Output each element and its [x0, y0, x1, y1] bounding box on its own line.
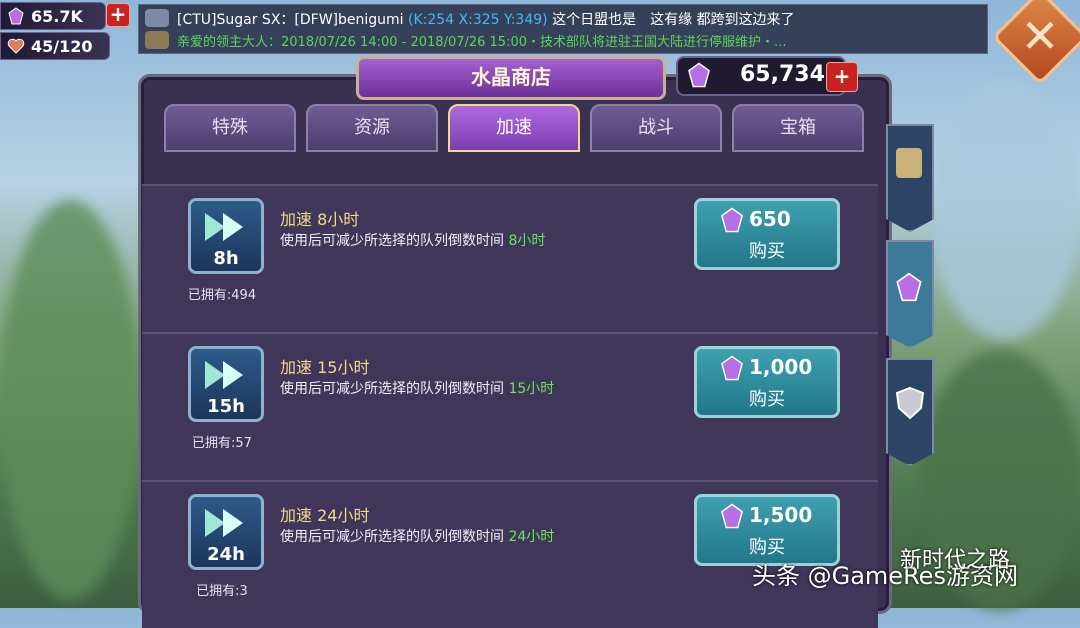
chat-text: 这个日盟也是 这有缘 都跨到这边来了 — [552, 12, 795, 28]
crystal-icon — [688, 62, 710, 88]
buy-label: 购买 — [749, 389, 785, 410]
balance-value: 65,734 — [740, 62, 825, 87]
add-crystal-button[interactable]: + — [106, 3, 130, 27]
owned-count: 已拥有:57 — [192, 436, 252, 451]
speedup-item-icon: 8h — [188, 198, 264, 274]
chat-bar[interactable]: [CTU]Sugar SX：[DFW]benigumi (K:254 X:325… — [138, 4, 988, 54]
owned-count: 已拥有:494 — [187, 288, 257, 303]
crystal-value: 65.7K — [31, 6, 83, 26]
crystal-icon — [721, 355, 743, 381]
crystal-icon — [721, 207, 743, 233]
heart-icon — [7, 37, 25, 55]
list-item: 15h 已拥有:57 加速 15小时 使用后可减少所选择的队列倒数时间 15小时… — [142, 332, 878, 480]
speedup-item-icon: 24h — [188, 494, 264, 570]
background-sky — [930, 80, 1080, 340]
item-description: 使用后可减少所选择的队列倒数时间 24小时 — [280, 529, 555, 545]
list-item: 24h 已拥有:3 加速 24小时 使用后可减少所选择的队列倒数时间 24小时 … — [142, 480, 878, 628]
item-title: 加速 8小时 — [280, 210, 360, 229]
stamina-count: 45/120 — [0, 32, 110, 60]
fast-forward-icon — [205, 213, 243, 241]
crystal-icon — [7, 7, 25, 25]
tab-combat[interactable]: 战斗 — [590, 104, 722, 152]
item-description: 使用后可减少所选择的队列倒数时间 15小时 — [280, 381, 555, 397]
watermark-right: 新时代之路 — [900, 548, 1011, 573]
shop-title: 水晶商店 — [356, 56, 666, 100]
chat-avatar-icon — [145, 9, 169, 27]
fast-forward-icon — [205, 361, 243, 389]
side-tab-vip[interactable] — [886, 124, 934, 232]
item-description: 使用后可减少所选择的队列倒数时间 8小时 — [280, 233, 546, 249]
stamina-value: 45/120 — [31, 36, 93, 56]
item-title: 加速 24小时 — [280, 506, 370, 525]
side-tab-crystal[interactable] — [886, 240, 934, 348]
crystal-icon — [896, 272, 922, 302]
chat-sender: [CTU]Sugar SX：[DFW]benigumi — [177, 12, 404, 28]
crystal-icon — [721, 503, 743, 529]
shield-icon — [895, 386, 925, 420]
background-hills — [0, 200, 140, 600]
chat-message: [CTU]Sugar SX：[DFW]benigumi (K:254 X:325… — [177, 9, 795, 29]
side-tab-guild[interactable] — [886, 358, 934, 466]
system-notice: 亲爱的领主大人：2018/07/26 14:00 - 2018/07/26 15… — [177, 35, 787, 50]
speedup-item-icon: 15h — [188, 346, 264, 422]
tab-resources[interactable]: 资源 — [306, 104, 438, 152]
close-icon: ✕ — [1020, 9, 1060, 63]
add-balance-button[interactable]: + — [826, 62, 858, 92]
price: 650 — [749, 207, 791, 231]
chat-coords[interactable]: (K:254 X:325 Y:349) — [408, 12, 548, 28]
duration-badge: 24h — [207, 544, 245, 565]
crystal-count: 65.7K — [0, 2, 106, 30]
fast-forward-icon — [205, 509, 243, 537]
buy-button[interactable]: 1,000 购买 — [694, 346, 840, 418]
crystal-balance: 65,734 — [676, 56, 846, 96]
tab-chest[interactable]: 宝箱 — [732, 104, 864, 152]
close-button[interactable]: ✕ — [991, 0, 1080, 86]
guild-crest-icon — [145, 31, 169, 49]
tab-speedup[interactable]: 加速 — [448, 104, 580, 152]
owned-count: 已拥有:3 — [196, 584, 248, 599]
list-item: 8h 已拥有:494 加速 8小时 使用后可减少所选择的队列倒数时间 8小时 6… — [142, 184, 878, 332]
buy-label: 购买 — [749, 241, 785, 262]
price: 1,500 — [749, 503, 813, 527]
price: 1,000 — [749, 355, 813, 379]
duration-badge: 8h — [213, 248, 239, 269]
buy-button[interactable]: 650 购买 — [694, 198, 840, 270]
item-title: 加速 15小时 — [280, 358, 370, 377]
duration-badge: 15h — [207, 396, 245, 417]
statue-icon — [896, 148, 922, 178]
tab-special[interactable]: 特殊 — [164, 104, 296, 152]
